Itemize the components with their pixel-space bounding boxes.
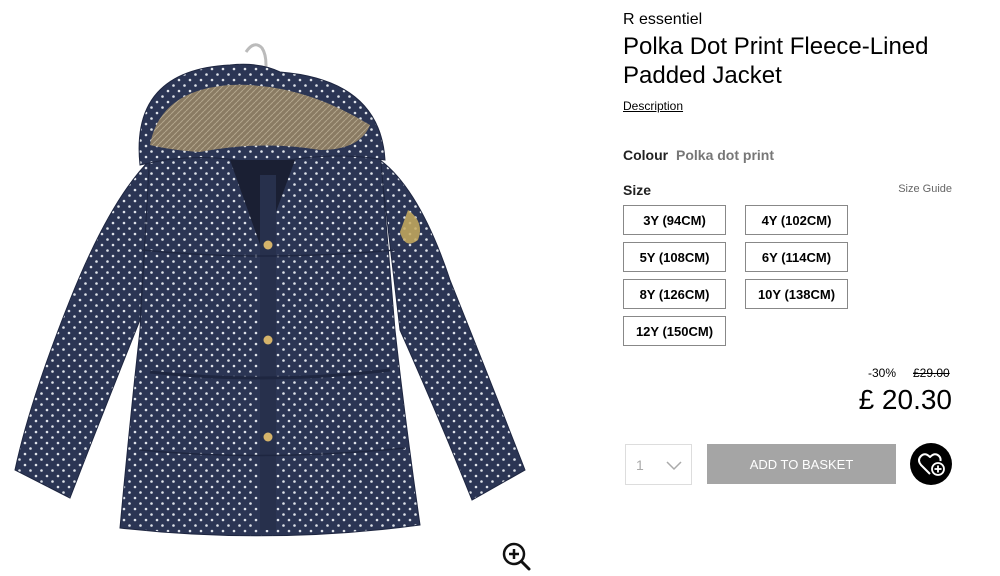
discount-badge: -30% <box>868 366 897 380</box>
size-option-12y[interactable]: 12Y (150CM) <box>623 316 726 346</box>
jacket-illustration <box>14 43 526 537</box>
brand-name[interactable]: R essentiel <box>623 10 953 30</box>
size-option-6y[interactable]: 6Y (114CM) <box>745 242 848 272</box>
heart-plus-icon <box>918 453 945 476</box>
product-image[interactable] <box>0 0 560 576</box>
size-option-5y[interactable]: 5Y (108CM) <box>623 242 726 272</box>
size-label: Size <box>623 182 652 198</box>
size-option-10y[interactable]: 10Y (138CM) <box>745 279 848 309</box>
colour-value: Polka dot print <box>676 147 774 163</box>
quantity-select[interactable]: 1 <box>625 444 692 485</box>
add-to-basket-button[interactable]: ADD TO BASKET <box>707 444 896 484</box>
size-option-4y[interactable]: 4Y (102CM) <box>745 205 848 235</box>
chevron-down-icon <box>666 461 682 471</box>
product-title: Polka Dot Print Fleece-Lined Padded Jack… <box>623 32 953 90</box>
product-info: R essentiel Polka Dot Print Fleece-Lined… <box>623 10 953 115</box>
current-price: £ 20.30 <box>858 384 952 415</box>
size-guide-link[interactable]: Size Guide <box>880 183 952 195</box>
wishlist-button[interactable] <box>910 443 952 485</box>
colour-row: Colour Polka dot print <box>623 147 774 163</box>
zoom-button[interactable] <box>500 540 532 572</box>
zoom-in-icon <box>502 542 531 571</box>
size-option-8y[interactable]: 8Y (126CM) <box>623 279 726 309</box>
size-option-3y[interactable]: 3Y (94CM) <box>623 205 726 235</box>
product-title-line1: Polka Dot Print Fleece-Lined <box>623 33 929 60</box>
colour-label: Colour <box>623 147 669 163</box>
description-link[interactable]: Description <box>623 99 683 113</box>
old-price: £29.00 <box>913 366 950 380</box>
product-title-line2: Padded Jacket <box>623 62 782 89</box>
quantity-value: 1 <box>636 457 644 473</box>
